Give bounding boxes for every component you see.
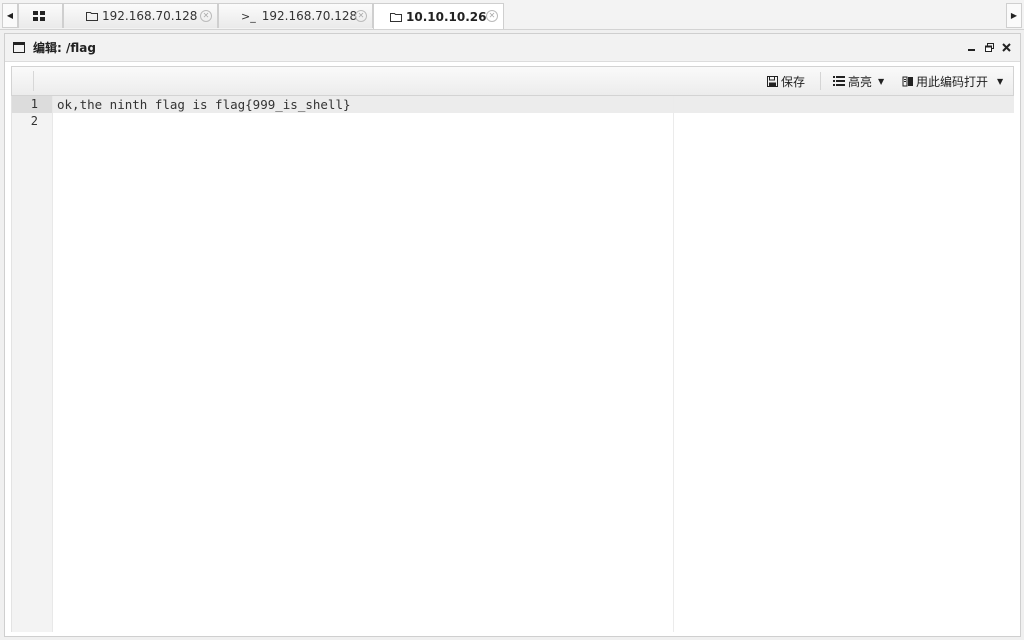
tab-close-icon[interactable]: ✕ [486, 10, 498, 22]
tab-close-icon[interactable]: ✕ [200, 10, 212, 22]
line-number: 1 [12, 96, 52, 113]
line-number-gutter: 1 2 [12, 96, 53, 632]
window-icon [13, 42, 25, 53]
editor-window: 编辑: /flag 保存 高亮 ▼ 用此编码打开 ▼ 1 2 ok,the ni… [4, 33, 1021, 637]
tab-close-icon[interactable]: ✕ [355, 10, 367, 22]
chevron-down-icon: ▼ [997, 76, 1004, 86]
tab-file-manager-active[interactable]: 10.10.10.26 ✕ [373, 3, 504, 29]
window-title: 编辑: /flag [33, 41, 96, 55]
line-number: 2 [30, 114, 38, 128]
grid-icon [32, 11, 45, 21]
save-label: 保存 [781, 74, 806, 89]
print-margin [673, 96, 674, 632]
open-with-encoding-label: 用此编码打开 [916, 74, 989, 89]
tab-label: 192.168.70.128 [102, 9, 198, 23]
code-line[interactable] [53, 113, 1014, 130]
tab-bar: ◀ 192.168.70.128 ✕ >_ 192.168.70.128 ✕ 1… [0, 0, 1024, 30]
tab-file-manager-1[interactable]: 192.168.70.128 ✕ [63, 3, 218, 28]
editor-toolbar: 保存 高亮 ▼ 用此编码打开 ▼ [11, 66, 1014, 96]
tab-scroll-right-button[interactable]: ▶ [1006, 3, 1022, 28]
chevron-down-icon: ▼ [878, 76, 885, 86]
list-icon [833, 76, 845, 86]
window-titlebar[interactable]: 编辑: /flag [5, 34, 1020, 62]
window-controls [966, 40, 1012, 54]
close-icon[interactable] [1000, 40, 1012, 54]
tab-label: 192.168.70.128 [261, 9, 358, 23]
minimize-icon[interactable] [966, 40, 978, 54]
terminal-icon: >_ [241, 9, 256, 23]
toolbar-divider [33, 71, 34, 91]
tab-home[interactable] [18, 3, 63, 28]
toolbar-divider [820, 72, 821, 90]
tab-terminal[interactable]: >_ 192.168.70.128 ✕ [218, 3, 373, 28]
tab-label: 10.10.10.26 [406, 9, 487, 24]
save-button[interactable]: 保存 [767, 67, 805, 95]
folder-icon [86, 11, 98, 21]
highlight-dropdown[interactable]: 高亮 ▼ [833, 67, 884, 95]
code-content[interactable]: ok,the ninth flag is flag{999_is_shell} [53, 96, 1014, 130]
restore-icon[interactable] [983, 40, 995, 54]
save-icon [767, 75, 778, 87]
open-with-encoding-dropdown[interactable]: 用此编码打开 ▼ [902, 67, 1003, 95]
code-editor[interactable]: 1 2 ok,the ninth flag is flag{999_is_she… [11, 96, 1014, 632]
highlight-label: 高亮 [848, 74, 873, 89]
code-line[interactable]: ok,the ninth flag is flag{999_is_shell} [53, 96, 1014, 113]
folder-icon [390, 12, 402, 22]
book-icon [902, 76, 914, 87]
tab-scroll-left-button[interactable]: ◀ [2, 3, 18, 28]
